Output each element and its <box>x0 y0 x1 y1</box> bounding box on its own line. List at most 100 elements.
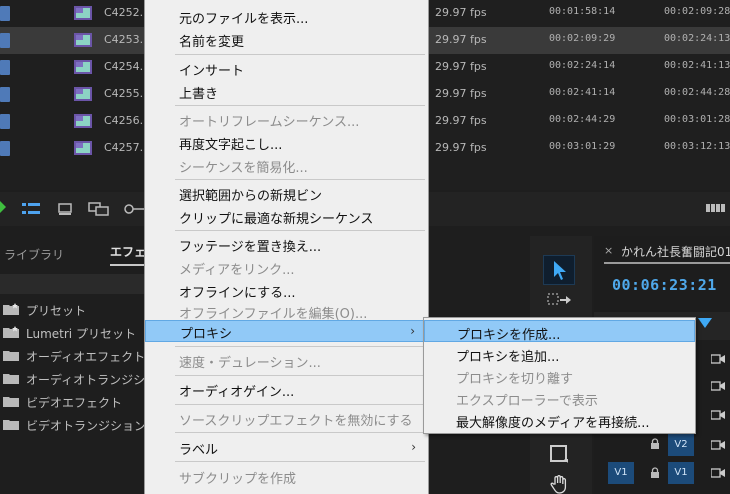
effects-folder-item[interactable]: プリセット <box>0 299 146 321</box>
menu-item-label: シーケンスを簡易化... <box>179 161 308 176</box>
submenu-item-detach-proxies[interactable]: プロキシを切り離す <box>424 365 695 387</box>
menu-item-label: オートリフレームシーケンス... <box>179 115 360 130</box>
rectangle-tool-icon[interactable] <box>549 444 569 464</box>
menu-item-speed-duration[interactable]: 速度・デュレーション... <box>145 350 428 372</box>
panel-menu-icon[interactable] <box>706 203 726 213</box>
menu-item-label: 上書き <box>179 87 219 102</box>
menu-item-audio-gain[interactable]: オーディオゲイン... <box>145 379 428 401</box>
menu-item-proxy[interactable]: プロキシ › <box>145 320 428 342</box>
track-select-tool-icon[interactable] <box>546 291 572 309</box>
effects-folder-item[interactable]: オーディオトランジション <box>0 368 169 390</box>
menu-item-replace-footage[interactable]: フッテージを置き換え... <box>145 234 428 256</box>
menu-item-reveal-original[interactable]: 元のファイルを表示... <box>145 6 428 28</box>
tab-libraries[interactable]: ライブラリ <box>4 246 64 263</box>
menu-item-label: フッテージを置き換え... <box>179 240 322 255</box>
clip-media-end: 00:02:44:28 <box>664 87 730 98</box>
menu-item-overwrite[interactable]: 上書き <box>145 81 428 103</box>
submenu-item-reveal-in-explorer[interactable]: エクスプローラーで表示 <box>424 387 695 409</box>
submenu-item-attach-proxies[interactable]: プロキシを追加... <box>424 343 695 365</box>
submenu-item-label: プロキシを追加... <box>456 350 560 365</box>
clip-name: C4253. <box>104 33 144 46</box>
effects-folder-label: Lumetri プリセット <box>26 327 136 341</box>
menu-separator <box>175 105 425 106</box>
effects-folder-item[interactable]: ビデオトランジション <box>0 414 146 436</box>
camera-icon[interactable] <box>711 381 725 391</box>
lock-icon[interactable] <box>650 438 660 450</box>
menu-item-insert[interactable]: インサート <box>145 58 428 80</box>
submenu-arrow-icon: › <box>411 440 416 454</box>
submenu-item-reconnect-full-res[interactable]: 最大解像度のメディアを再接続... <box>424 409 695 431</box>
effects-folder-item[interactable]: Lumetri プリセット <box>0 322 146 344</box>
clip-frame-rate: 29.97 fps <box>435 6 487 19</box>
selection-arrow-icon <box>554 261 566 280</box>
menu-item-new-bin-from-selection[interactable]: 選択範囲からの新規ビン <box>145 183 428 205</box>
track-target-v1[interactable]: V1 <box>668 462 694 484</box>
submenu-item-create-proxies[interactable]: プロキシを作成... <box>424 320 695 343</box>
menu-item-label: クリップに最適な新規シーケンス <box>179 212 374 227</box>
camera-icon[interactable] <box>711 354 725 364</box>
menu-separator <box>175 230 425 231</box>
label-color-chip <box>0 87 10 102</box>
menu-item-link-media[interactable]: メディアをリンク... <box>145 257 428 279</box>
menu-item-new-sequence-from-clip[interactable]: クリップに最適な新規シーケンス <box>145 206 428 228</box>
clip-name: C4257. <box>104 141 144 154</box>
camera-icon[interactable] <box>711 468 725 478</box>
lock-icon[interactable] <box>650 467 660 479</box>
menu-item-label: 速度・デュレーション... <box>179 356 321 371</box>
label-color-chip <box>0 114 10 129</box>
menu-separator <box>175 375 425 376</box>
playhead-timecode[interactable]: 00:06:23:21 <box>612 276 717 294</box>
menu-item-auto-reframe[interactable]: オートリフレームシーケンス... <box>145 109 428 131</box>
video-clip-icon <box>74 60 92 74</box>
effects-folder-label: ビデオエフェクト <box>26 396 123 410</box>
clip-media-end: 00:02:41:13 <box>664 60 730 71</box>
selection-tool-button[interactable] <box>543 255 575 285</box>
play-icon[interactable] <box>0 201 6 213</box>
menu-item-label: 元のファイルを表示... <box>179 12 309 27</box>
folder-icon <box>3 374 19 384</box>
menu-separator <box>175 461 425 462</box>
menu-item-make-offline[interactable]: オフラインにする... <box>145 280 428 302</box>
submenu-arrow-icon: › <box>410 324 415 338</box>
menu-item-label: インサート <box>179 64 245 79</box>
menu-separator <box>175 346 425 347</box>
freeform-view-icon[interactable] <box>88 202 110 216</box>
menu-item-label: オフラインにする... <box>179 286 296 301</box>
menu-item-label: ソースクリップエフェクトを無効にする <box>179 414 413 429</box>
clip-media-end: 00:02:24:13 <box>664 33 730 44</box>
effects-folder-item[interactable]: オーディオエフェクト <box>0 345 146 367</box>
playhead-marker-icon[interactable] <box>698 318 712 330</box>
camera-icon[interactable] <box>711 410 725 420</box>
icon-view-icon[interactable] <box>58 202 72 216</box>
camera-icon[interactable] <box>711 440 725 450</box>
effects-folder-item[interactable]: ビデオエフェクト <box>0 391 146 413</box>
clip-media-start: 00:02:09:29 <box>549 33 616 44</box>
menu-item-rename[interactable]: 名前を変更 <box>145 29 428 51</box>
menu-item-retranscribe[interactable]: 再度文字起こし... <box>145 132 428 154</box>
zoom-slider-icon[interactable] <box>124 202 146 216</box>
menu-item-simplify-sequence[interactable]: シーケンスを簡易化... <box>145 155 428 177</box>
video-clip-icon <box>74 141 92 155</box>
sequence-tab-title[interactable]: かれん社長奮闘記01 <box>621 243 730 260</box>
clip-media-end: 00:02:09:28 <box>664 6 730 17</box>
preset-folder-icon <box>3 303 19 315</box>
preset-folder-icon <box>3 326 19 338</box>
effects-folder-label: オーディオエフェクト <box>26 350 146 364</box>
clip-frame-rate: 29.97 fps <box>435 141 487 154</box>
source-patch-v1[interactable]: V1 <box>608 462 634 484</box>
clip-media-start: 00:02:41:14 <box>549 87 616 98</box>
list-view-icon[interactable] <box>22 202 40 216</box>
submenu-item-label: プロキシを作成... <box>457 328 561 343</box>
tab-effects[interactable]: エフェ <box>110 243 147 266</box>
menu-item-label-submenu[interactable]: ラベル › <box>145 437 428 459</box>
label-color-chip <box>0 6 10 21</box>
menu-item-make-subclip[interactable]: サブクリップを作成 <box>145 466 428 488</box>
clip-frame-rate: 29.97 fps <box>435 114 487 127</box>
effects-search-bar[interactable] <box>0 274 146 294</box>
track-target-v2[interactable]: V2 <box>668 434 694 456</box>
hand-tool-icon[interactable] <box>550 474 570 494</box>
close-tab-icon[interactable]: × <box>604 244 613 257</box>
submenu-item-label: 最大解像度のメディアを再接続... <box>456 416 650 431</box>
clip-media-start: 00:03:01:29 <box>549 141 616 152</box>
menu-item-disable-source-effects[interactable]: ソースクリップエフェクトを無効にする <box>145 408 428 430</box>
